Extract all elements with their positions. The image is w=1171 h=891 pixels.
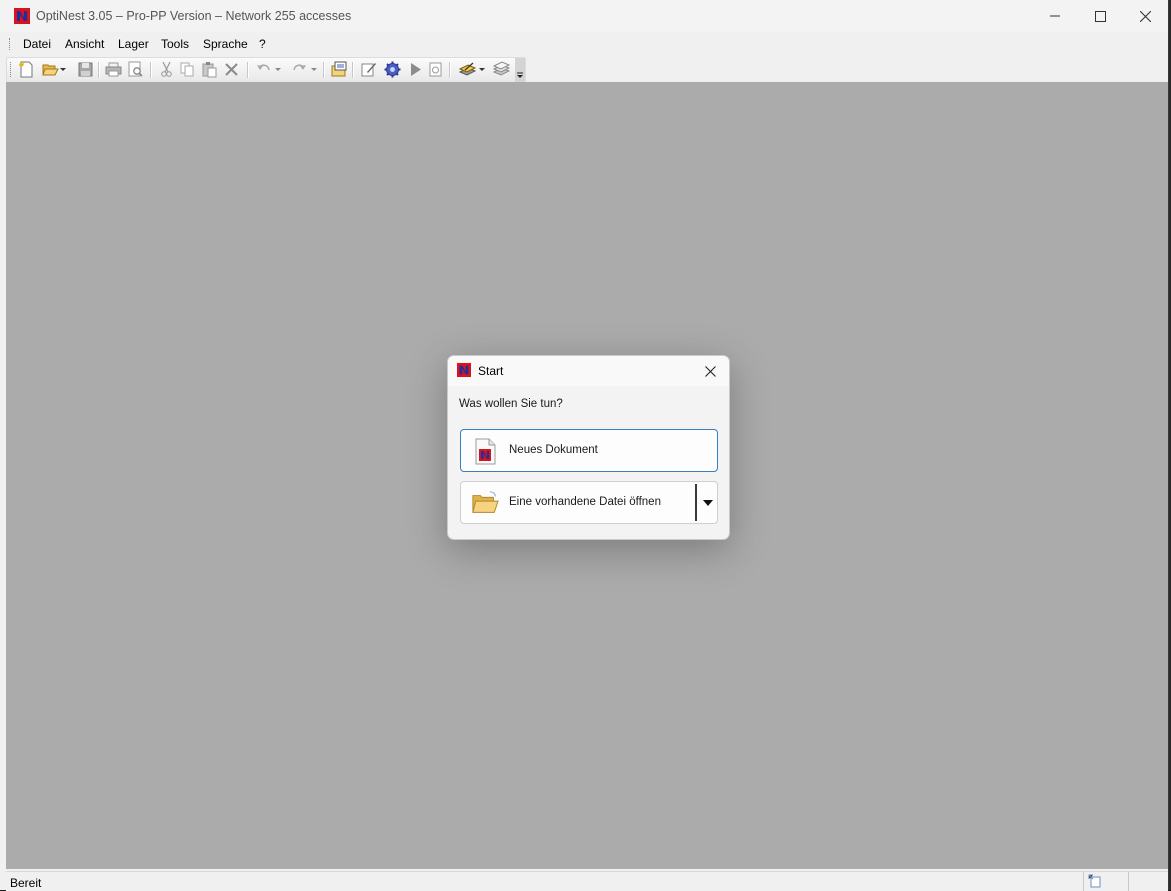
properties-icon[interactable] <box>331 61 348 78</box>
print-icon[interactable] <box>105 61 122 78</box>
status-document-icon <box>1088 874 1101 888</box>
minimize-icon <box>1050 15 1060 17</box>
open-dropdown-arrow-icon[interactable] <box>60 61 66 78</box>
close-icon <box>1139 10 1151 22</box>
layers-icon[interactable] <box>459 61 476 78</box>
close-window-button[interactable] <box>1122 0 1168 32</box>
settings-icon[interactable] <box>384 61 401 78</box>
open-file-dropdown-button[interactable] <box>698 482 717 523</box>
toolbar-overflow-button[interactable] <box>515 58 525 82</box>
toolbar <box>6 57 526 83</box>
window-title: OptiNest 3.05 – Pro-PP Version – Network… <box>36 9 352 23</box>
status-text: Bereit <box>10 876 42 890</box>
open-file-split-button[interactable]: Eine vorhandene Datei öffnen <box>460 481 718 524</box>
new-icon[interactable] <box>18 61 35 78</box>
redo-dropdown-arrow-icon[interactable] <box>311 61 317 78</box>
print-preview-icon[interactable] <box>127 61 144 78</box>
maximize-button[interactable] <box>1077 0 1123 32</box>
menubar-grip[interactable] <box>9 38 12 50</box>
minimize-button[interactable] <box>1032 0 1078 32</box>
new-document-label: Neues Dokument <box>509 444 598 456</box>
menu-ansicht[interactable]: Ansicht <box>65 37 104 51</box>
folder-icon <box>472 491 499 513</box>
dialog-title-bar: Start <box>448 356 729 386</box>
report-icon[interactable] <box>427 61 444 78</box>
start-dialog: Start Was wollen Sie tun? Neues Dokument… <box>447 355 730 540</box>
stack-icon[interactable] <box>493 61 510 78</box>
split-divider <box>695 484 697 521</box>
chevron-down-icon <box>517 72 523 78</box>
undo-dropdown-arrow-icon[interactable] <box>275 61 281 78</box>
toolbar-grip[interactable] <box>10 62 13 77</box>
status-bar: Bereit <box>6 871 1168 891</box>
app-logo-icon <box>14 8 30 24</box>
new-document-button[interactable]: Neues Dokument <box>460 429 718 472</box>
copy-icon[interactable] <box>179 61 196 78</box>
dialog-close-button[interactable] <box>700 361 720 381</box>
toolbar-separator <box>150 62 152 78</box>
new-document-icon <box>475 438 496 465</box>
redo-icon[interactable] <box>291 61 308 78</box>
title-bar: OptiNest 3.05 – Pro-PP Version – Network… <box>0 0 1168 32</box>
menu-lager[interactable]: Lager <box>118 37 149 51</box>
save-icon[interactable] <box>77 61 94 78</box>
toolbar-separator <box>247 62 249 78</box>
open-icon[interactable] <box>42 61 59 78</box>
menu-bar: Datei Ansicht Lager Tools Sprache ? <box>6 33 1168 55</box>
cut-icon[interactable] <box>158 61 175 78</box>
menu-sprache[interactable]: Sprache <box>203 37 248 51</box>
undo-icon[interactable] <box>255 61 272 78</box>
toolbar-separator <box>98 62 100 78</box>
paste-icon[interactable] <box>201 61 218 78</box>
maximize-icon <box>1094 10 1106 22</box>
menu-help[interactable]: ? <box>259 37 266 51</box>
toolbar-separator <box>323 62 325 78</box>
toolbar-separator <box>352 62 354 78</box>
menu-tools[interactable]: Tools <box>161 37 189 51</box>
dialog-title: Start <box>478 364 504 378</box>
edit-icon[interactable] <box>360 61 377 78</box>
run-icon[interactable] <box>407 61 424 78</box>
layers-dropdown-arrow-icon[interactable] <box>479 61 485 78</box>
status-pane-divider <box>1128 872 1129 891</box>
menu-datei[interactable]: Datei <box>23 37 51 51</box>
status-pane-divider <box>1083 872 1084 891</box>
toolbar-separator <box>449 62 451 78</box>
open-file-label: Eine vorhandene Datei öffnen <box>509 496 661 508</box>
close-icon <box>704 365 716 377</box>
dialog-question: Was wollen Sie tun? <box>459 398 563 410</box>
dropdown-arrow-icon <box>702 499 713 506</box>
app-logo-icon <box>457 363 471 377</box>
delete-icon[interactable] <box>223 61 240 78</box>
